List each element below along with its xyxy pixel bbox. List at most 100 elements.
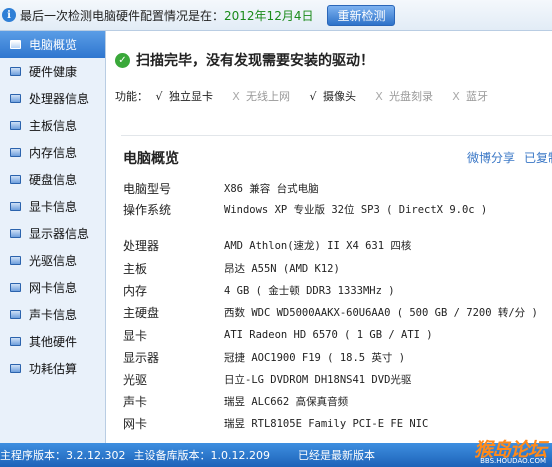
sidebar-item-label: 功耗估算 — [29, 362, 78, 376]
monitor-icon — [10, 256, 21, 265]
spec-value: 昂达 A55N (AMD K12) — [224, 262, 340, 275]
spec-value: AMD Athlon(速龙) II X4 631 四核 — [224, 239, 412, 252]
cross-icon: X — [232, 89, 240, 103]
last-check-date: 2012年12月4日 — [224, 8, 314, 23]
monitor-icon — [10, 40, 21, 49]
share-links: 微博分享 已复制 — [467, 149, 552, 166]
scan-message: 扫描完毕，没有发现需要安装的驱动！ — [136, 53, 374, 69]
spec-row: 光驱 日立-LG DVDROM DH18NS41 DVD光驱 — [123, 371, 411, 387]
sidebar-item[interactable]: 光驱信息 — [0, 247, 105, 274]
sidebar-item[interactable]: 主板信息 — [0, 112, 105, 139]
spec-label: 光驱 — [123, 372, 148, 387]
feature-name: 光盘刻录 — [389, 90, 433, 103]
monitor-icon — [10, 121, 21, 130]
sidebar-item[interactable]: 网卡信息 — [0, 274, 105, 301]
info-icon: i — [2, 8, 16, 22]
sidebar-item-label: 处理器信息 — [29, 92, 90, 106]
top-bar: i 最后一次检测电脑硬件配置情况是在：2012年12月4日 重新检测 — [0, 0, 552, 31]
cross-icon: X — [452, 89, 460, 103]
sidebar-item[interactable]: 硬件健康 — [0, 58, 105, 85]
spec-label: 主板 — [123, 261, 148, 276]
feature-name: 蓝牙 — [466, 90, 488, 103]
monitor-icon — [10, 229, 21, 238]
spec-label: 操作系统 — [123, 202, 172, 217]
sidebar-item[interactable]: 声卡信息 — [0, 301, 105, 328]
spec-row: 网卡 瑞昱 RTL8105E Family PCI-E FE NIC — [123, 415, 428, 431]
feature-name: 无线上网 — [246, 90, 290, 103]
function-list: 功能： √ 独立显卡 X 无线上网 √ 摄像头 X 光盘刻录 X 蓝牙 — [115, 88, 505, 104]
sidebar-item-label: 其他硬件 — [29, 335, 78, 349]
feature-item: X 光盘刻录 — [373, 88, 433, 104]
spec-label: 处理器 — [123, 238, 160, 253]
sidebar-item-label: 内存信息 — [29, 146, 78, 160]
monitor-icon — [10, 364, 21, 373]
sidebar-item[interactable]: 其他硬件 — [0, 328, 105, 355]
feature-item: X 无线上网 — [230, 88, 290, 104]
spec-row: 内存 4 GB ( 金士顿 DDR3 1333MHz ) — [123, 282, 395, 298]
copy-link[interactable]: 已复制 — [524, 149, 552, 166]
sidebar: 电脑概览硬件健康处理器信息主板信息内存信息硬盘信息显卡信息显示器信息 光驱信息网卡… — [0, 31, 106, 443]
spec-row: 显卡 ATI Radeon HD 6570 ( 1 GB / ATI ) — [123, 327, 433, 343]
divider — [121, 135, 552, 136]
main-panel: ✓ 扫描完毕，没有发现需要安装的驱动！ 功能： √ 独立显卡 X 无线上网 √ 摄像头 X 光… — [107, 31, 552, 443]
spec-row: 主板 昂达 A55N (AMD K12) — [123, 260, 340, 276]
last-check-label: 最后一次检测电脑硬件配置情况是在： — [20, 8, 225, 23]
spec-value: X86 兼容 台式电脑 — [224, 182, 319, 195]
sidebar-item[interactable]: 显卡信息 — [0, 193, 105, 220]
check-icon: ✓ — [115, 52, 130, 68]
feature-item: X 蓝牙 — [450, 88, 488, 104]
cross-icon: X — [375, 89, 383, 103]
spec-row: 处理器 AMD Athlon(速龙) II X4 631 四核 — [123, 237, 411, 253]
spec-row: 操作系统 Windows XP 专业版 32位 SP3 ( DirectX 9.0… — [123, 201, 487, 217]
db-version: 主设备库版本：1.0.12.209 — [133, 449, 270, 462]
spec-value: ATI Radeon HD 6570 ( 1 GB / ATI ) — [224, 329, 433, 341]
spec-label: 内存 — [123, 283, 148, 298]
sidebar-item-label: 网卡信息 — [29, 281, 78, 295]
feature-item: √ 摄像头 — [307, 88, 356, 104]
spec-row: 主硬盘 西数 WDC WD5000AAKX-60U6AA0 ( 500 GB / … — [123, 304, 538, 320]
spec-value: 日立-LG DVDROM DH18NS41 DVD光驱 — [224, 373, 412, 386]
spec-label: 主硬盘 — [123, 305, 160, 320]
spec-label: 电脑型号 — [123, 181, 172, 196]
spec-value: 瑞昱 RTL8105E Family PCI-E FE NIC — [224, 417, 429, 430]
last-check-text: 最后一次检测电脑硬件配置情况是在：2012年12月4日 — [20, 7, 313, 24]
program-version: 主程序版本：3.2.12.302 — [0, 449, 126, 462]
spec-value: 西数 WDC WD5000AAKX-60U6AA0 ( 500 GB / 720… — [224, 306, 538, 319]
sidebar-item-label: 主板信息 — [29, 119, 78, 133]
sidebar-item-label: 硬件健康 — [29, 65, 78, 79]
recheck-button[interactable]: 重新检测 — [327, 4, 396, 26]
spec-value: 瑞昱 ALC662 高保真音频 — [224, 395, 349, 408]
sidebar-item[interactable]: 处理器信息 — [0, 85, 105, 112]
spec-label: 显卡 — [123, 328, 148, 343]
status-bar: 主程序版本：3.2.12.302 主设备库版本：1.0.12.209 已经是最新… — [0, 439, 552, 467]
checkmark-icon: √ — [309, 89, 317, 103]
weibo-share-link[interactable]: 微博分享 — [467, 149, 515, 166]
functions-label: 功能： — [115, 90, 148, 103]
monitor-icon — [10, 283, 21, 292]
monitor-icon — [10, 94, 21, 103]
sidebar-item[interactable]: 显示器信息 — [0, 220, 105, 247]
sidebar-item[interactable]: 硬盘信息 — [0, 166, 105, 193]
sidebar-item[interactable]: 功耗估算 — [0, 355, 105, 382]
watermark-logo: 猴岛论坛 BBS.HOUDAO.COM — [474, 437, 550, 465]
monitor-icon — [10, 175, 21, 184]
spec-value: 4 GB ( 金士顿 DDR3 1333MHz ) — [224, 284, 395, 297]
sidebar-item[interactable]: 电脑概览 — [0, 31, 105, 58]
monitor-icon — [10, 202, 21, 211]
spec-row: 显示器 冠捷 AOC1900 F19 ( 18.5 英寸 ) — [123, 349, 405, 365]
checkmark-icon: √ — [155, 89, 163, 103]
section-title: 电脑概览 — [123, 151, 179, 167]
spec-value: 冠捷 AOC1900 F19 ( 18.5 英寸 ) — [224, 351, 406, 364]
latest-status: 已经是最新版本 — [297, 449, 375, 462]
spec-value: Windows XP 专业版 32位 SP3 ( DirectX 9.0c ) — [224, 203, 488, 216]
spec-label: 显示器 — [123, 350, 160, 365]
feature-name: 摄像头 — [323, 90, 356, 103]
monitor-icon — [10, 148, 21, 157]
sidebar-item-label: 硬盘信息 — [29, 173, 78, 187]
spec-label: 网卡 — [123, 416, 148, 431]
monitor-icon — [10, 337, 21, 346]
monitor-icon — [10, 310, 21, 319]
sidebar-item-label: 显卡信息 — [29, 200, 78, 214]
sidebar-item[interactable]: 内存信息 — [0, 139, 105, 166]
sidebar-item-label: 电脑概览 — [29, 38, 78, 52]
